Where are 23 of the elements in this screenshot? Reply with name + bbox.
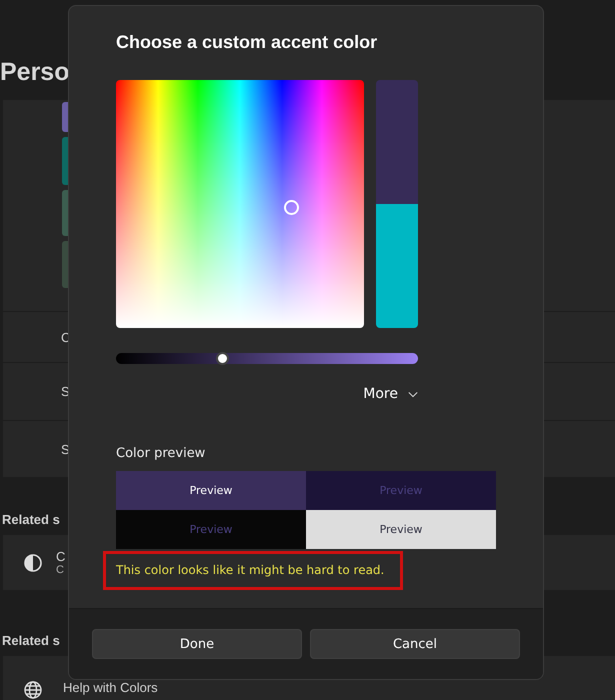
- done-button[interactable]: Done: [92, 629, 302, 659]
- item-subtitle: C: [56, 564, 65, 576]
- item-title: C: [56, 549, 66, 564]
- more-button[interactable]: More: [363, 386, 418, 402]
- preview-tile: Preview: [306, 510, 496, 549]
- chevron-icon: [408, 390, 418, 398]
- warning-message: This color looks like it might be hard to read.: [103, 551, 404, 590]
- section-heading: Related s: [2, 512, 60, 527]
- contrast-icon: [23, 552, 43, 572]
- dialog-title: Choose a custom accent color: [116, 32, 378, 54]
- link-text: Help with Colors: [63, 680, 158, 695]
- globe-icon: [23, 680, 43, 700]
- section-heading: Related s: [2, 633, 60, 648]
- preview-tile: Preview: [306, 471, 496, 510]
- page-title: Perso: [0, 58, 70, 88]
- preview-tile: Preview: [116, 510, 306, 549]
- cancel-button[interactable]: Cancel: [310, 629, 520, 659]
- color-marker[interactable]: [284, 200, 299, 215]
- preview-heading: Color preview: [116, 446, 206, 463]
- slider-thumb[interactable]: [216, 352, 229, 365]
- color-spectrum[interactable]: [116, 80, 364, 328]
- preview-tile: Preview: [116, 471, 306, 510]
- brightness-slider[interactable]: [116, 353, 418, 364]
